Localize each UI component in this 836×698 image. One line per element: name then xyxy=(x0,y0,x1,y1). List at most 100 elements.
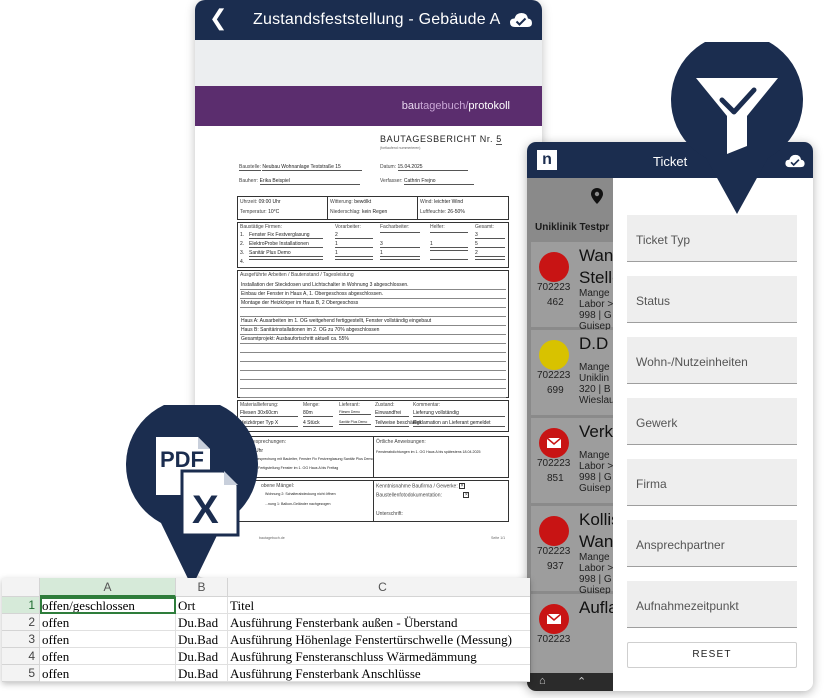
gesamt-label: Gesamt: xyxy=(475,224,494,230)
doc-footer-left: bautagebuch.de xyxy=(259,536,285,540)
ticket-card[interactable]: 702223 851 Verkl Mange Labor >998 | G Guisep xyxy=(531,418,617,503)
app-logo[interactable]: n xyxy=(537,150,557,170)
cell-c[interactable]: Ausführung Fensteranschluss Wärmedämmung xyxy=(228,648,530,665)
ticket-detail: Mange xyxy=(579,288,610,299)
ticket-number: 702223 xyxy=(537,458,571,469)
cell-b[interactable]: Ort xyxy=(176,597,228,614)
firm-vorarbeiter: 1 xyxy=(335,250,373,257)
spreadsheet-export: A B C 1 offen/geschlossen Ort Titel 2 offen Du… xyxy=(2,578,530,682)
firm-vorarbeiter: 2 xyxy=(335,232,373,239)
ticket-detail: Wieslau xyxy=(579,395,615,406)
facharbeiter-label: Facharbeiter: xyxy=(380,224,410,230)
chevron-up-icon[interactable]: ⌃ xyxy=(577,675,586,688)
filter-field[interactable]: Wohn-/Nutzeinheiten xyxy=(627,337,797,384)
pdf-label: PDF xyxy=(160,447,204,472)
firm-name: Sanitär Plus Demo xyxy=(249,250,323,257)
material-supplier: Sanitär Plus Demo xyxy=(339,420,371,425)
vorarbeiter-label: Vorarbeiter: xyxy=(335,224,361,230)
cell-a[interactable]: offen xyxy=(40,648,176,665)
row-number[interactable]: 2 xyxy=(2,614,40,631)
firm-gesamt xyxy=(475,259,505,260)
cell-b[interactable]: Du.Bad xyxy=(176,665,228,682)
cell-b[interactable]: Du.Bad xyxy=(176,614,228,631)
ruled-line xyxy=(240,343,506,344)
cell-a[interactable]: offen xyxy=(40,631,176,648)
firm-name: ElektroProbe Installationen xyxy=(249,241,323,248)
row-number[interactable]: 4 xyxy=(2,648,40,665)
column-header-a[interactable]: A xyxy=(40,578,176,597)
column-header-c[interactable]: C xyxy=(228,578,530,597)
chevron-left-icon[interactable]: ❮ xyxy=(209,6,227,31)
select-all-corner[interactable] xyxy=(2,578,40,597)
material-supplier: Fliesen Demo xyxy=(339,410,371,415)
kommentar-label: Kommentar: xyxy=(413,402,441,408)
niederschlag-field: Niederschlag: kein Regen xyxy=(330,209,388,215)
ruled-line xyxy=(240,379,506,380)
reset-button[interactable]: RESET xyxy=(627,642,797,668)
firm-vorarbeiter: 1 xyxy=(335,241,373,248)
menge-label: Menge: xyxy=(303,402,320,408)
firm-facharbeiter xyxy=(380,232,420,233)
cell-a[interactable]: offen xyxy=(40,614,176,631)
cell-a[interactable]: offen xyxy=(40,665,176,682)
material-qty: 80m xyxy=(303,410,333,417)
page-title: Zustandsfeststellung - Gebäude A xyxy=(253,11,501,28)
location-pin-icon[interactable] xyxy=(591,188,603,204)
cell-b[interactable]: Du.Bad xyxy=(176,631,228,648)
cell-c[interactable]: Ausführung Fensterbank außen - Überstand xyxy=(228,614,530,631)
maengel-label: obene Mängel: xyxy=(261,483,295,489)
row-number[interactable]: 5 xyxy=(2,665,40,682)
ticket-card[interactable]: 702223 699 D.D u Mange Uniklin 320 | B Wieslau xyxy=(531,330,622,415)
cell-c[interactable]: Ausführung Höhenlage Fenstertürschwelle … xyxy=(228,631,530,648)
ruled-line xyxy=(240,397,506,398)
filter-field[interactable]: Ticket Typ xyxy=(627,215,797,262)
toolbar-area xyxy=(195,40,542,86)
ticket-detail: Labor > xyxy=(579,461,614,472)
firm-helfer xyxy=(430,250,468,251)
kenntnis-checkbox: × xyxy=(459,483,466,489)
ticket-card[interactable]: 702223 937 Kollis Wand Mange Labor >998 | G Gu… xyxy=(531,506,623,596)
filter-field[interactable]: Aufnahmezeitpunkt xyxy=(627,581,797,628)
status-dot xyxy=(539,252,569,282)
unterschrift-label: Unterschrift: xyxy=(376,511,403,517)
row-number[interactable]: 3 xyxy=(2,631,40,648)
ruled-line xyxy=(240,352,506,353)
firmen-label: Baustätige Firmen: xyxy=(240,224,282,230)
ruled-line xyxy=(240,334,506,335)
firm-facharbeiter xyxy=(380,259,420,260)
filter-check-icon xyxy=(671,42,803,214)
filter-field[interactable]: Gewerk xyxy=(627,398,797,445)
firm-helfer xyxy=(430,259,468,260)
excel-x-label: X xyxy=(192,488,219,532)
status-mail-icon xyxy=(539,604,569,634)
material-state: Einwandfrei xyxy=(375,410,409,417)
ruled-line xyxy=(240,370,506,371)
ticket-number: 702223 xyxy=(537,370,571,381)
ticket-detail: Labor > xyxy=(579,563,614,574)
work-line: Installation der Steckdosen und Lichtsch… xyxy=(241,282,409,288)
material-comment: Lieferung vollständig xyxy=(413,410,505,417)
home-icon[interactable]: ⌂ xyxy=(539,675,546,687)
ticket-card[interactable]: 702223 Aufla xyxy=(531,594,618,679)
filter-field[interactable]: Status xyxy=(627,276,797,323)
cell-b[interactable]: Du.Bad xyxy=(176,648,228,665)
ticket-card[interactable]: 702223 462 Wand Stelle Mange Labor >998 | G Gu… xyxy=(531,242,623,332)
ticket-detail: 998 | G xyxy=(579,472,612,483)
cell-c[interactable]: Titel xyxy=(228,597,530,614)
firm-number: 2. xyxy=(240,241,245,247)
filter-field[interactable]: Ansprechpartner xyxy=(627,520,797,567)
cloud-check-icon[interactable] xyxy=(510,12,532,28)
cell-a[interactable]: offen/geschlossen xyxy=(40,597,176,614)
filter-field[interactable]: Firma xyxy=(627,459,797,506)
cell-c[interactable]: Ausführung Fensterbank Anschlüsse xyxy=(228,665,530,682)
report-document: BAUTAGESBERICHT Nr. 5 (fortlaufend numme… xyxy=(235,126,515,546)
ticket-detail: 998 | G xyxy=(579,310,612,321)
ticket-title: Verkl xyxy=(579,422,617,441)
arbeiten-label: Ausgeführte Arbeiten / Bautenstand / Tag… xyxy=(240,272,354,278)
firm-helfer: 1 xyxy=(430,241,468,248)
kenntnis-row: Kenntnisnahme Baufirma / Gewerke: × xyxy=(376,483,466,490)
ticket-number: 702223 xyxy=(537,546,571,557)
column-header-b[interactable]: B xyxy=(176,578,228,597)
row-number[interactable]: 1 xyxy=(2,597,40,614)
firm-number: 4. xyxy=(240,259,245,265)
